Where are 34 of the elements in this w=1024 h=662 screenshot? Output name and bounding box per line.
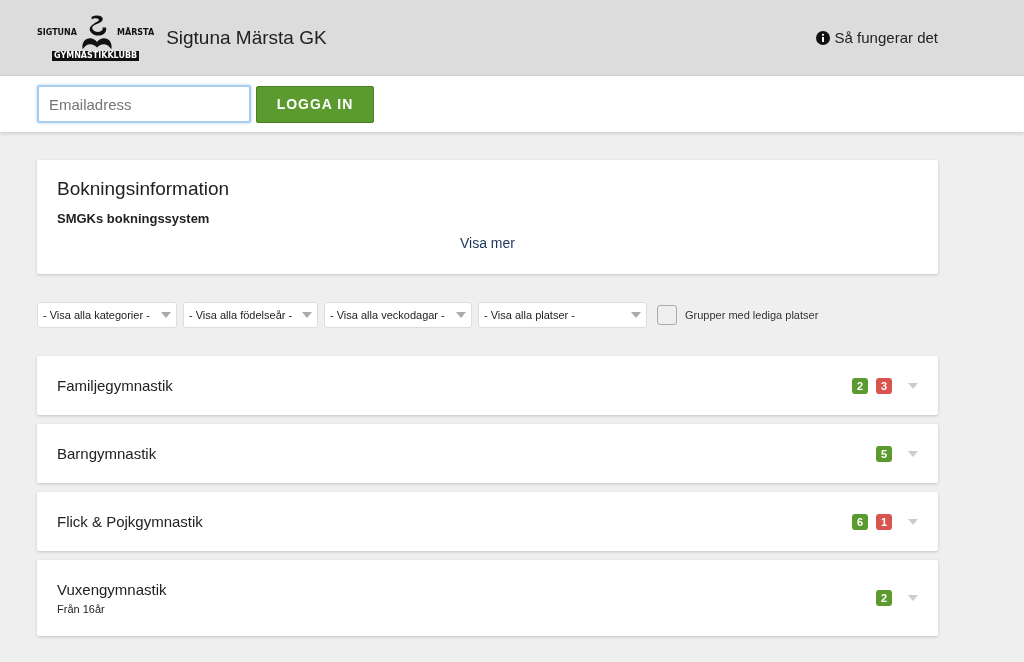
category-name: Barngymnastik	[57, 445, 158, 462]
logo-text: SIGTUNA	[37, 28, 77, 37]
count-badge: 2	[852, 377, 868, 394]
help-link[interactable]: Så fungerar det	[815, 29, 938, 46]
count-badge: 1	[876, 513, 892, 530]
caret-icon	[631, 312, 641, 318]
caret-icon	[161, 312, 171, 318]
info-icon	[815, 30, 830, 45]
count-badge: 5	[876, 445, 892, 462]
category-panel[interactable]: Flick & Pojkgymnastik 6 1	[37, 492, 938, 551]
count-badge: 3	[876, 377, 892, 394]
category-subtitle: Från 16år	[57, 603, 106, 615]
category-name: Familjegymnastik	[57, 377, 174, 394]
count-badge: 6	[852, 513, 868, 530]
filter-dropdown[interactable]: - Visa alla veckodagar -	[324, 302, 472, 328]
category-name: Flick & Pojkgymnastik	[57, 513, 204, 530]
category-panel[interactable]: Barngymnastik 5	[37, 424, 938, 483]
card-title: Bokningsinformation	[57, 178, 231, 200]
count-badge: 2	[876, 590, 892, 606]
checkbox-label: Grupper med lediga platser	[685, 309, 819, 321]
filter-dropdown[interactable]: - Visa alla kategorier -	[37, 302, 177, 328]
email-field[interactable]: Emailadress	[37, 85, 251, 123]
site-title: Sigtuna Märsta GK	[166, 26, 327, 49]
caret-icon	[302, 312, 312, 318]
checkbox[interactable]	[657, 305, 677, 325]
category-name: Vuxengymnastik	[57, 581, 168, 598]
category-panel[interactable]: Familjegymnastik 2 3	[37, 356, 938, 415]
card-subtitle: SMGKs bokningssystem	[57, 211, 211, 226]
category-panel[interactable]: Vuxengymnastik Från 16år 2	[37, 560, 938, 636]
filter-dropdown[interactable]: - Visa alla födelseår -	[183, 302, 318, 328]
logo-text: MÄRSTA	[117, 28, 155, 37]
caret-icon	[456, 312, 466, 318]
show-more-link[interactable]: Visa mer	[460, 235, 515, 251]
filter-dropdown[interactable]: - Visa alla platser -	[478, 302, 647, 328]
